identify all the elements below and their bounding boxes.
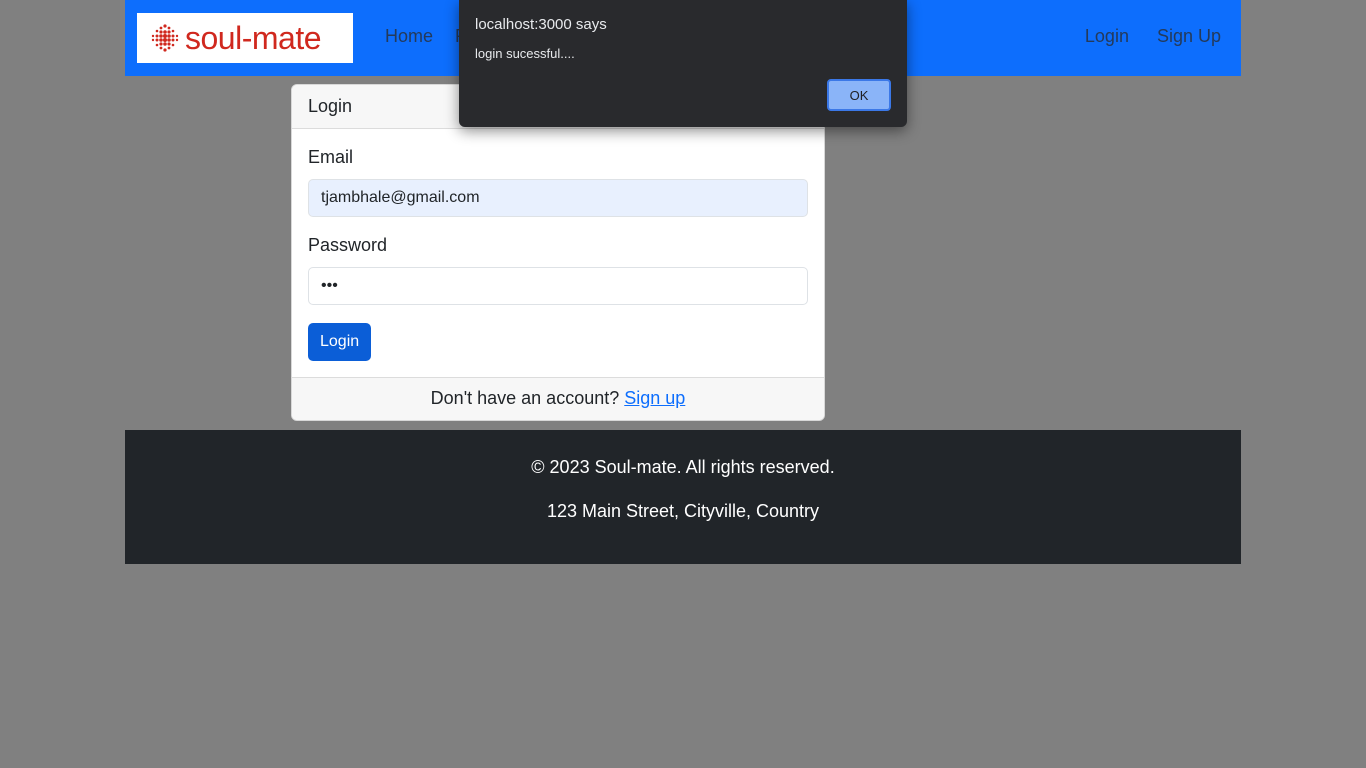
- signup-link[interactable]: Sign up: [624, 388, 685, 408]
- login-card: Login Email Password Login Don't have an…: [291, 84, 825, 421]
- email-group: Email: [308, 147, 808, 217]
- dialog-message: login sucessful....: [475, 46, 575, 61]
- brand-text: soul-mate: [185, 20, 322, 56]
- nav-link-login[interactable]: Login: [1085, 26, 1129, 47]
- footer-address: 123 Main Street, Cityville, Country: [546, 501, 820, 521]
- footer-copyright: © 2023 Soul-mate. All rights reserved.: [531, 457, 835, 477]
- password-field[interactable]: [308, 267, 808, 305]
- login-form: Email Password Login: [292, 129, 824, 377]
- email-label: Email: [308, 147, 354, 167]
- email-field[interactable]: [308, 179, 808, 217]
- nav-right: Login Sign Up: [1085, 26, 1221, 47]
- card-footer: Don't have an account? Sign up: [292, 377, 824, 420]
- alert-dialog: localhost:3000 says login sucessful.... …: [459, 0, 907, 127]
- logo-dots-icon: [151, 24, 179, 52]
- site-footer: © 2023 Soul-mate. All rights reserved. 1…: [125, 430, 1241, 564]
- brand-logo[interactable]: soul-mate: [137, 13, 353, 63]
- nav-link-signup[interactable]: Sign Up: [1157, 26, 1221, 47]
- ok-button[interactable]: OK: [827, 79, 891, 111]
- nav-link-home[interactable]: Home: [385, 26, 433, 47]
- password-group: Password: [308, 235, 808, 305]
- signup-prompt: Don't have an account?: [430, 388, 625, 408]
- login-button[interactable]: Login: [308, 323, 372, 361]
- password-label: Password: [308, 235, 388, 255]
- dialog-title: localhost:3000 says: [475, 16, 607, 33]
